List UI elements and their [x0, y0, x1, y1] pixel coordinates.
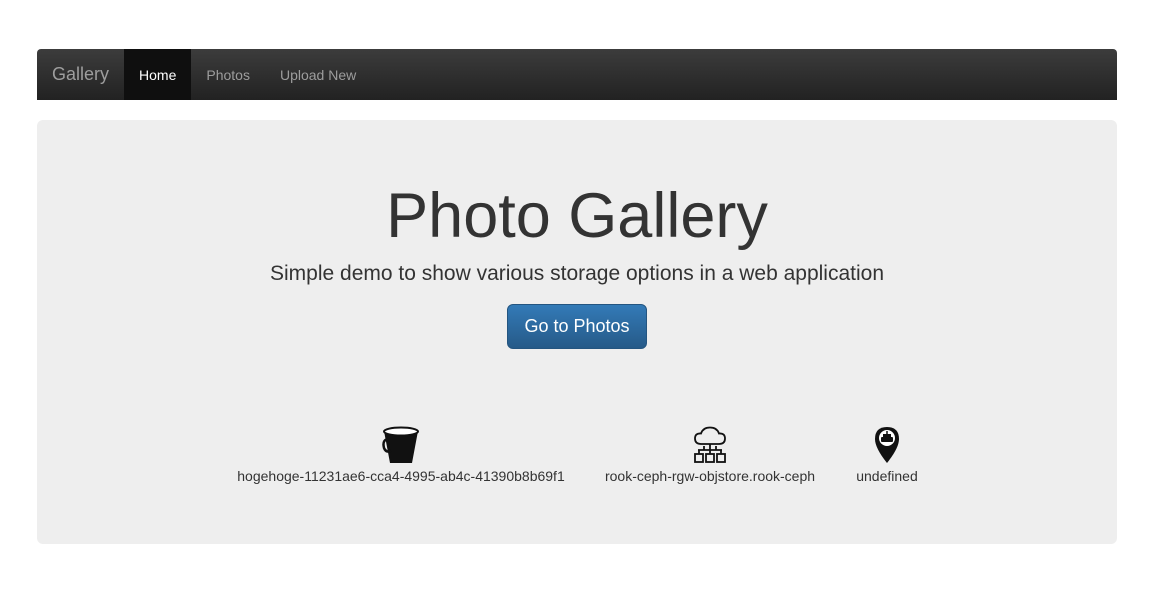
nav-item-photos[interactable]: Photos	[191, 49, 265, 100]
nav-item-home[interactable]: Home	[124, 49, 192, 100]
endpoint-name: rook-ceph-rgw-objstore.rook-ceph	[604, 468, 816, 484]
hero-jumbotron: Photo Gallery Simple demo to show variou…	[37, 120, 1117, 544]
navbar-brand[interactable]: Gallery	[37, 49, 124, 100]
nav-item-upload-new[interactable]: Upload New	[265, 49, 371, 100]
page-title: Photo Gallery	[386, 181, 768, 251]
bucket-info: hogehoge-11231ae6-cca4-4995-ab4c-41390b8…	[236, 426, 566, 485]
endpoint-info: rook-ceph-rgw-objstore.rook-ceph	[600, 426, 820, 485]
region-name: undefined	[856, 468, 918, 484]
location-pin-icon	[875, 427, 899, 463]
cloud-network-icon	[694, 426, 726, 463]
bucket-icon	[382, 426, 419, 463]
go-to-photos-button[interactable]: Go to Photos	[507, 304, 647, 349]
page-subtitle: Simple demo to show various storage opti…	[269, 262, 884, 285]
navbar: Gallery Home Photos Upload New	[37, 49, 1117, 100]
bucket-name: hogehoge-11231ae6-cca4-4995-ab4c-41390b8…	[237, 468, 565, 484]
region-info: undefined	[842, 426, 932, 485]
